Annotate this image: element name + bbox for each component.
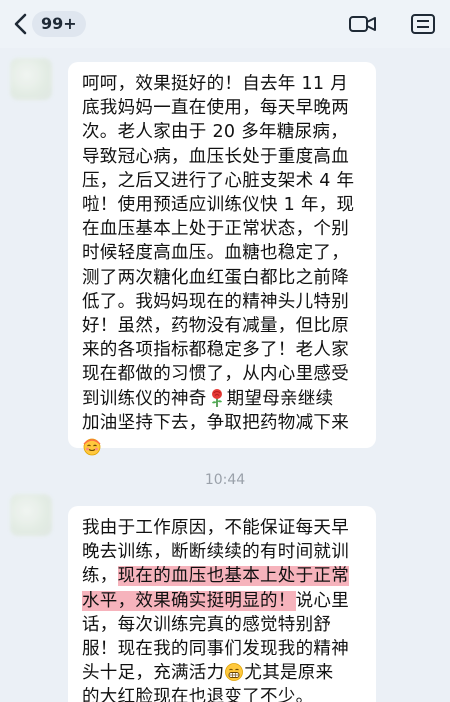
sender-avatar[interactable] — [10, 58, 52, 100]
message-line: 测了两次糖化血红蛋白都比之前降 — [82, 267, 349, 288]
message-line: 次。老人家由于 20 多年糖尿病， — [82, 122, 348, 143]
message-line: 好！虽然，药物没有减量，但比原 — [82, 316, 349, 337]
message-bubble[interactable]: 我由于工作原因，不能保证每天早 晚去训练，断断续续的有时间就训 练，现在的血压也… — [68, 506, 376, 702]
message-line: 的大红脸现在也退变了不少。 — [82, 687, 314, 702]
message-line: 压，之后又进行了心脏支架术 4 年 — [82, 170, 355, 191]
rose-icon — [207, 388, 227, 408]
chat-header: 99+ — [0, 0, 450, 48]
message-timestamp: 10:44 — [204, 472, 246, 488]
highlighted-text: 现在的血压也基本上处于正常 — [117, 566, 350, 587]
message-line: 呵呵，效果挺好的！自去年 11 月 — [82, 74, 348, 94]
blessed-face-icon — [82, 436, 102, 456]
message-line: 到训练仪的神奇 — [82, 388, 207, 409]
message-line: 来的各项指标都稳定多了！老人家 — [82, 340, 349, 361]
message-line: 加油坚持下去，争取把药物减下来 — [82, 412, 349, 433]
message-line: 话，每次训练完真的感觉特别舒 — [82, 614, 332, 635]
message-line: 服！现在我的同事们发现我的精神 — [82, 639, 349, 660]
message-line: 现在都做的习惯了，从内心里感受 — [82, 364, 349, 385]
video-call-icon[interactable] — [348, 13, 378, 35]
sender-avatar[interactable] — [10, 494, 52, 536]
highlighted-text: 水平，效果确实挺明显的！ — [82, 590, 296, 611]
grinning-face-icon — [224, 662, 244, 682]
message-text: 我由于工作原因，不能保证每天早 晚去训练，断断续续的有时间就训 练，现在的血压也… — [82, 516, 362, 702]
message-line: 底我妈妈一直在使用，每天早晚两 — [82, 98, 349, 119]
message-line: 说心里 — [295, 590, 350, 611]
message-line: 期望母亲继续 — [226, 388, 334, 409]
message-line: 我由于工作原因，不能保证每天早 — [82, 518, 349, 538]
message-line: 时候轻度高血压。血糖也稳定了， — [82, 243, 349, 264]
message-line: 啦！使用预适应训练仪快 1 年，现 — [82, 195, 355, 216]
message-line: 低了。我妈妈现在的精神头儿特别 — [82, 291, 349, 312]
message-line: 练， — [82, 566, 118, 587]
message-emoji-line — [82, 435, 362, 459]
message-text: 呵呵，效果挺好的！自去年 11 月 底我妈妈一直在使用，每天早晚两 次。老人家由… — [82, 72, 362, 435]
message-line: 头十足，充满活力 — [82, 663, 225, 684]
message-line: 导致冠心病，血压长处于重度高血 — [82, 146, 349, 167]
list-menu-icon[interactable] — [410, 13, 436, 35]
message-line: 晚去训练，断断续续的有时间就训 — [82, 542, 349, 563]
chevron-left-icon[interactable] — [10, 12, 32, 36]
message-bubble[interactable]: 呵呵，效果挺好的！自去年 11 月 底我妈妈一直在使用，每天早晚两 次。老人家由… — [68, 62, 376, 456]
message-line: 尤其是原来 — [244, 663, 334, 684]
unread-count-badge[interactable]: 99+ — [32, 11, 86, 37]
message-line: 在血压基本上处于正常状态，个别 — [82, 219, 349, 240]
